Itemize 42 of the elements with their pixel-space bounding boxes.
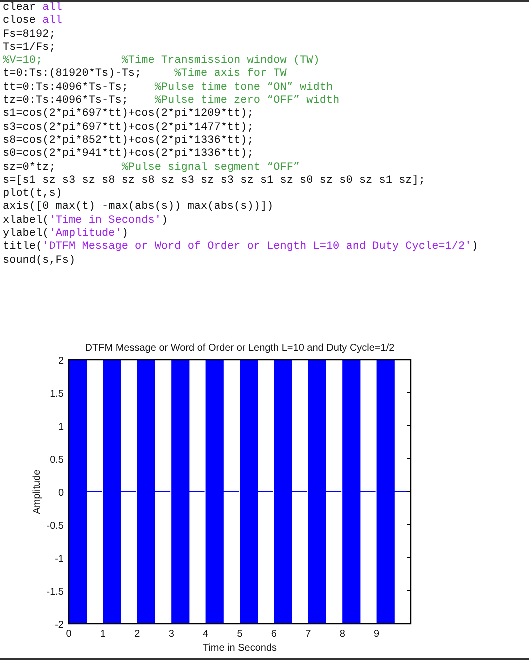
y-tick-label: 0 (58, 488, 64, 499)
x-tick-label: 7 (306, 628, 312, 640)
code-line: xlabel('Time in Seconds') (3, 214, 170, 228)
code-line: t=0:Ts:(81920*Ts)-Ts; %Time axis for TW (3, 68, 288, 82)
code-line: tz=0:Ts:4096*Ts-Ts; %Pulse time zero “OFF” width (3, 95, 341, 108)
x-tick-label: 4 (203, 628, 209, 640)
code-line: Fs=8192; (3, 28, 57, 42)
code-line: close all (3, 15, 64, 29)
code-line: axis([0 max(t) -max(abs(s)) max(abs(s))]) (3, 201, 275, 215)
x-tick-label: 2 (134, 628, 140, 640)
y-tick-label: -2 (55, 620, 64, 631)
y-axis-label: Amplitude (32, 470, 43, 514)
code-line: s0=cos(2*pi*941*tt)+cos(2*pi*1336*tt); (3, 148, 255, 162)
y-tick-label: 2 (58, 356, 64, 367)
x-tick-label: 9 (374, 628, 380, 640)
code-line: s8=cos(2*pi*852*tt)+cos(2*pi*1336*tt); (3, 134, 255, 148)
code-line: ylabel('Amplitude') (3, 228, 130, 241)
code-line: s1=cos(2*pi*697*tt)+cos(2*pi*1209*tt); (3, 108, 255, 122)
y-tick-label: -1 (55, 554, 64, 565)
code-line: %V=10; %Time Transmission window (TW) (3, 55, 321, 68)
code-line: clear all (3, 2, 64, 15)
y-tick-label: 1.5 (50, 388, 64, 400)
y-tick-label: 1 (58, 422, 64, 433)
code-line: sz=0*tz; %Pulse signal segment “OFF” (3, 162, 302, 175)
x-axis-label: Time in Seconds (202, 642, 278, 654)
y-tick-label: -1.5 (46, 586, 64, 598)
x-tick-label: 0 (66, 628, 72, 640)
code-line: Ts=1/Fs; (3, 42, 57, 56)
chart-title: DTFM Message or Word of Order or Length L=10 and Duty Cycle=1/2 (85, 342, 395, 354)
y-tick-label: 0.5 (50, 454, 64, 466)
x-tick-label: 1 (100, 628, 106, 640)
y-tick-label: -0.5 (46, 520, 64, 532)
x-tick-label: 6 (271, 628, 277, 640)
x-tick-label: 5 (237, 628, 243, 640)
x-tick-label: 3 (168, 628, 174, 640)
code-line: tt=0:Ts:4096*Ts-Ts; %Pulse time tone “ON” width (3, 82, 334, 95)
code-line: title('DTFM Message or Word of Order or Length L=10 and Duty Cycle=1/2') (3, 241, 480, 255)
code-line: s3=cos(2*pi*697*tt)+cos(2*pi*1477*tt); (3, 122, 255, 135)
code-line: sound(s,Fs) (3, 254, 77, 268)
code-line: plot(t,s) (3, 188, 64, 201)
x-tick-label: 8 (340, 628, 346, 640)
code-line: s=[s1 sz s3 sz s8 sz s8 sz s3 sz s3 sz s1 sz s0 sz s0 sz s1 sz]; (3, 174, 426, 188)
